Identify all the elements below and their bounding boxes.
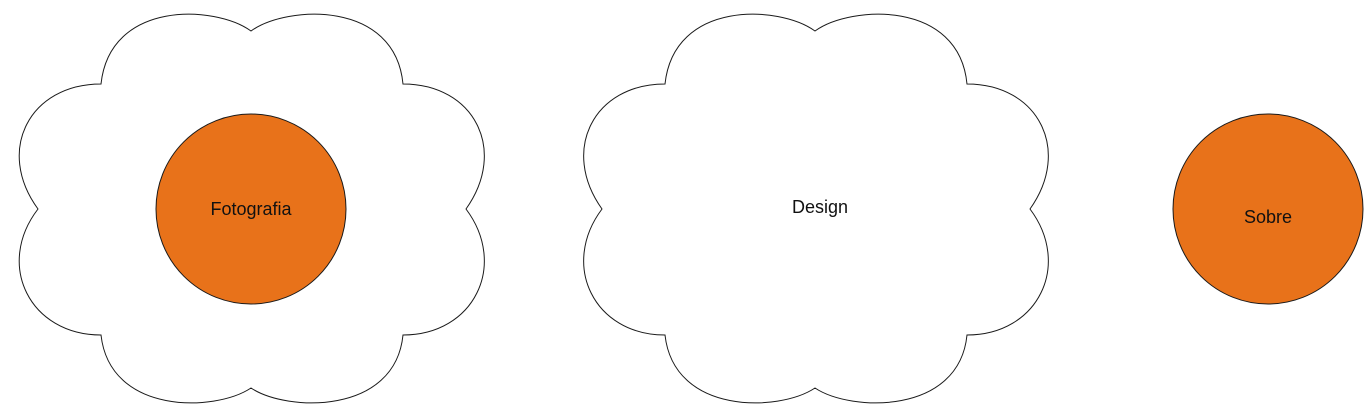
nav-item-sobre[interactable]: Sobre (1172, 113, 1364, 305)
sobre-label: Sobre (1244, 207, 1292, 227)
nav-item-fotografia[interactable]: Fotografia (18, 13, 485, 404)
nav-item-design[interactable]: Design (583, 13, 1049, 404)
design-label: Design (792, 197, 848, 217)
navigation-canvas: Fotografia Design Sobre (18, 13, 1364, 404)
fotografia-label: Fotografia (210, 199, 292, 219)
